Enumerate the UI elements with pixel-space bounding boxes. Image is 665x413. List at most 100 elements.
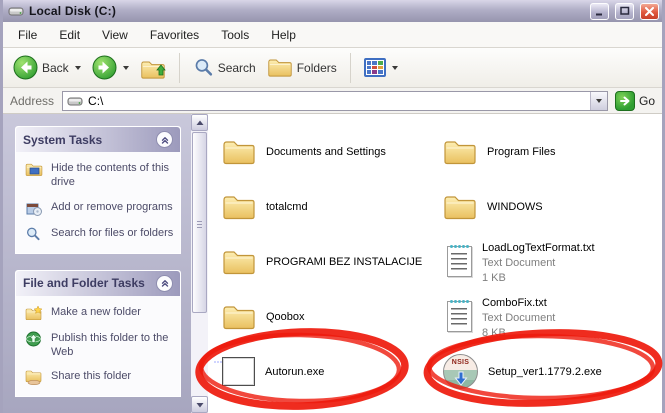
search-icon	[193, 57, 214, 78]
menu-file[interactable]: File	[7, 23, 48, 47]
folders-label: Folders	[296, 60, 337, 75]
views-dropdown-icon[interactable]	[391, 65, 398, 70]
task-hide-contents[interactable]: Hide the contents of this drive	[25, 161, 174, 190]
drive-icon	[67, 95, 83, 107]
file-size: 8 KB	[482, 326, 506, 339]
file-qoobox[interactable]: Qoobox	[222, 289, 443, 344]
panel-header[interactable]: File and Folder Tasks	[16, 270, 180, 296]
file-combofix[interactable]: ComboFix.txt Text Document 8 KB	[443, 289, 662, 344]
close-button[interactable]	[640, 2, 659, 20]
window-title: Local Disk (C:)	[29, 4, 117, 18]
forward-dropdown-icon[interactable]	[122, 65, 129, 70]
file-setup-ver-exe[interactable]: NSIS Setup_ver1.1779.2.exe	[443, 344, 662, 399]
task-pane: System Tasks Hide the contents of this d…	[3, 114, 191, 413]
add-remove-programs-icon	[26, 203, 42, 216]
folder-icon	[222, 138, 256, 166]
share-folder-icon	[25, 370, 42, 386]
address-dropdown-button[interactable]	[589, 91, 607, 110]
explorer-window: Local Disk (C:) File Edit View Favorites…	[0, 0, 665, 413]
forward-arrow-icon	[92, 55, 117, 80]
vertical-scrollbar	[191, 114, 208, 413]
address-label: Address	[10, 93, 55, 108]
folder-icon	[443, 193, 477, 221]
menu-favorites[interactable]: Favorites	[139, 23, 210, 47]
local-disk-icon	[8, 5, 24, 17]
text-document-icon	[447, 245, 472, 277]
folder-icon	[222, 248, 256, 276]
panel-system-tasks: System Tasks Hide the contents of this d…	[15, 126, 181, 254]
file-program-files[interactable]: Program Files	[443, 124, 662, 179]
panel-title: System Tasks	[23, 132, 103, 147]
task-share-folder[interactable]: Share this folder	[25, 369, 174, 386]
forward-button[interactable]	[88, 52, 133, 83]
file-type: Text Document	[482, 311, 556, 324]
back-dropdown-icon[interactable]	[74, 65, 81, 70]
go-label: Go	[638, 93, 655, 108]
folder-icon	[222, 193, 256, 221]
file-autorun-exe[interactable]: Autorun.exe	[222, 344, 443, 399]
file-totalcmd[interactable]: totalcmd	[222, 179, 443, 234]
task-search-files[interactable]: Search for files or folders	[25, 226, 174, 242]
menu-bar: File Edit View Favorites Tools Help	[3, 22, 662, 48]
chevron-up-icon	[160, 135, 170, 145]
scroll-up-button[interactable]	[191, 114, 208, 131]
file-type: Text Document	[482, 256, 556, 269]
new-folder-icon	[25, 304, 43, 320]
title-bar: Local Disk (C:)	[3, 0, 662, 22]
folder-icon	[222, 303, 256, 331]
file-windows[interactable]: WINDOWS	[443, 179, 662, 234]
text-document-icon	[447, 300, 472, 332]
chevron-down-icon	[595, 98, 602, 103]
drive-folder-icon	[25, 163, 43, 176]
menu-view[interactable]: View	[91, 23, 139, 47]
folders-button[interactable]: Folders	[263, 54, 341, 81]
task-make-new-folder[interactable]: Make a new folder	[25, 304, 174, 321]
panel-file-folder-tasks: File and Folder Tasks Make a new folder	[15, 269, 181, 398]
back-arrow-icon	[13, 55, 38, 80]
nsis-installer-icon: NSIS	[443, 354, 478, 389]
search-button[interactable]: Search	[189, 54, 260, 81]
panel-header[interactable]: System Tasks	[16, 127, 180, 152]
search-label: Search	[217, 60, 256, 75]
collapse-button[interactable]	[156, 131, 173, 148]
task-publish-folder[interactable]: Publish this folder to the Web	[25, 331, 174, 360]
file-documents-and-settings[interactable]: Documents and Settings	[222, 124, 443, 179]
folder-up-icon	[140, 61, 166, 79]
content-area: System Tasks Hide the contents of this d…	[3, 114, 662, 413]
up-button[interactable]	[136, 53, 170, 83]
folder-icon	[443, 138, 477, 166]
application-icon	[222, 357, 255, 386]
file-list: Documents and Settings Program Files tot…	[208, 114, 662, 413]
back-button[interactable]: Back	[9, 52, 85, 83]
address-bar: Address C:\ Go	[3, 88, 662, 114]
views-icon	[363, 58, 386, 77]
file-size: 1 KB	[482, 271, 506, 284]
address-combo[interactable]: C:\	[62, 90, 608, 111]
toolbar: Back Search Folders	[3, 48, 662, 88]
folders-icon	[267, 59, 292, 77]
publish-web-icon	[26, 331, 41, 347]
toolbar-separator	[349, 52, 351, 83]
scrollbar-thumb[interactable]	[192, 132, 207, 313]
collapse-button[interactable]	[156, 274, 173, 292]
maximize-button[interactable]	[615, 2, 634, 20]
address-value: C:\	[88, 93, 104, 108]
views-button[interactable]	[360, 55, 402, 80]
toolbar-separator	[178, 52, 180, 83]
file-programi-bez-instalacije[interactable]: PROGRAMI BEZ INSTALACIJE	[222, 234, 443, 289]
magnifier-icon	[26, 226, 40, 240]
menu-edit[interactable]: Edit	[48, 23, 91, 47]
scrollbar-track[interactable]	[191, 314, 208, 396]
go-arrow-icon	[614, 90, 635, 111]
menu-help[interactable]: Help	[260, 23, 307, 47]
task-add-remove-programs[interactable]: Add or remove programs	[25, 200, 174, 216]
download-arrow-icon	[453, 371, 468, 386]
menu-tools[interactable]: Tools	[210, 23, 260, 47]
panel-title: File and Folder Tasks	[23, 276, 145, 291]
file-loadlogtextformat[interactable]: LoadLogTextFormat.txt Text Document 1 KB	[443, 234, 662, 289]
back-label: Back	[42, 60, 69, 75]
scroll-down-button[interactable]	[191, 396, 208, 413]
minimize-button[interactable]	[590, 2, 609, 20]
go-button[interactable]: Go	[613, 90, 657, 112]
nsis-logo: NSIS	[451, 359, 470, 366]
